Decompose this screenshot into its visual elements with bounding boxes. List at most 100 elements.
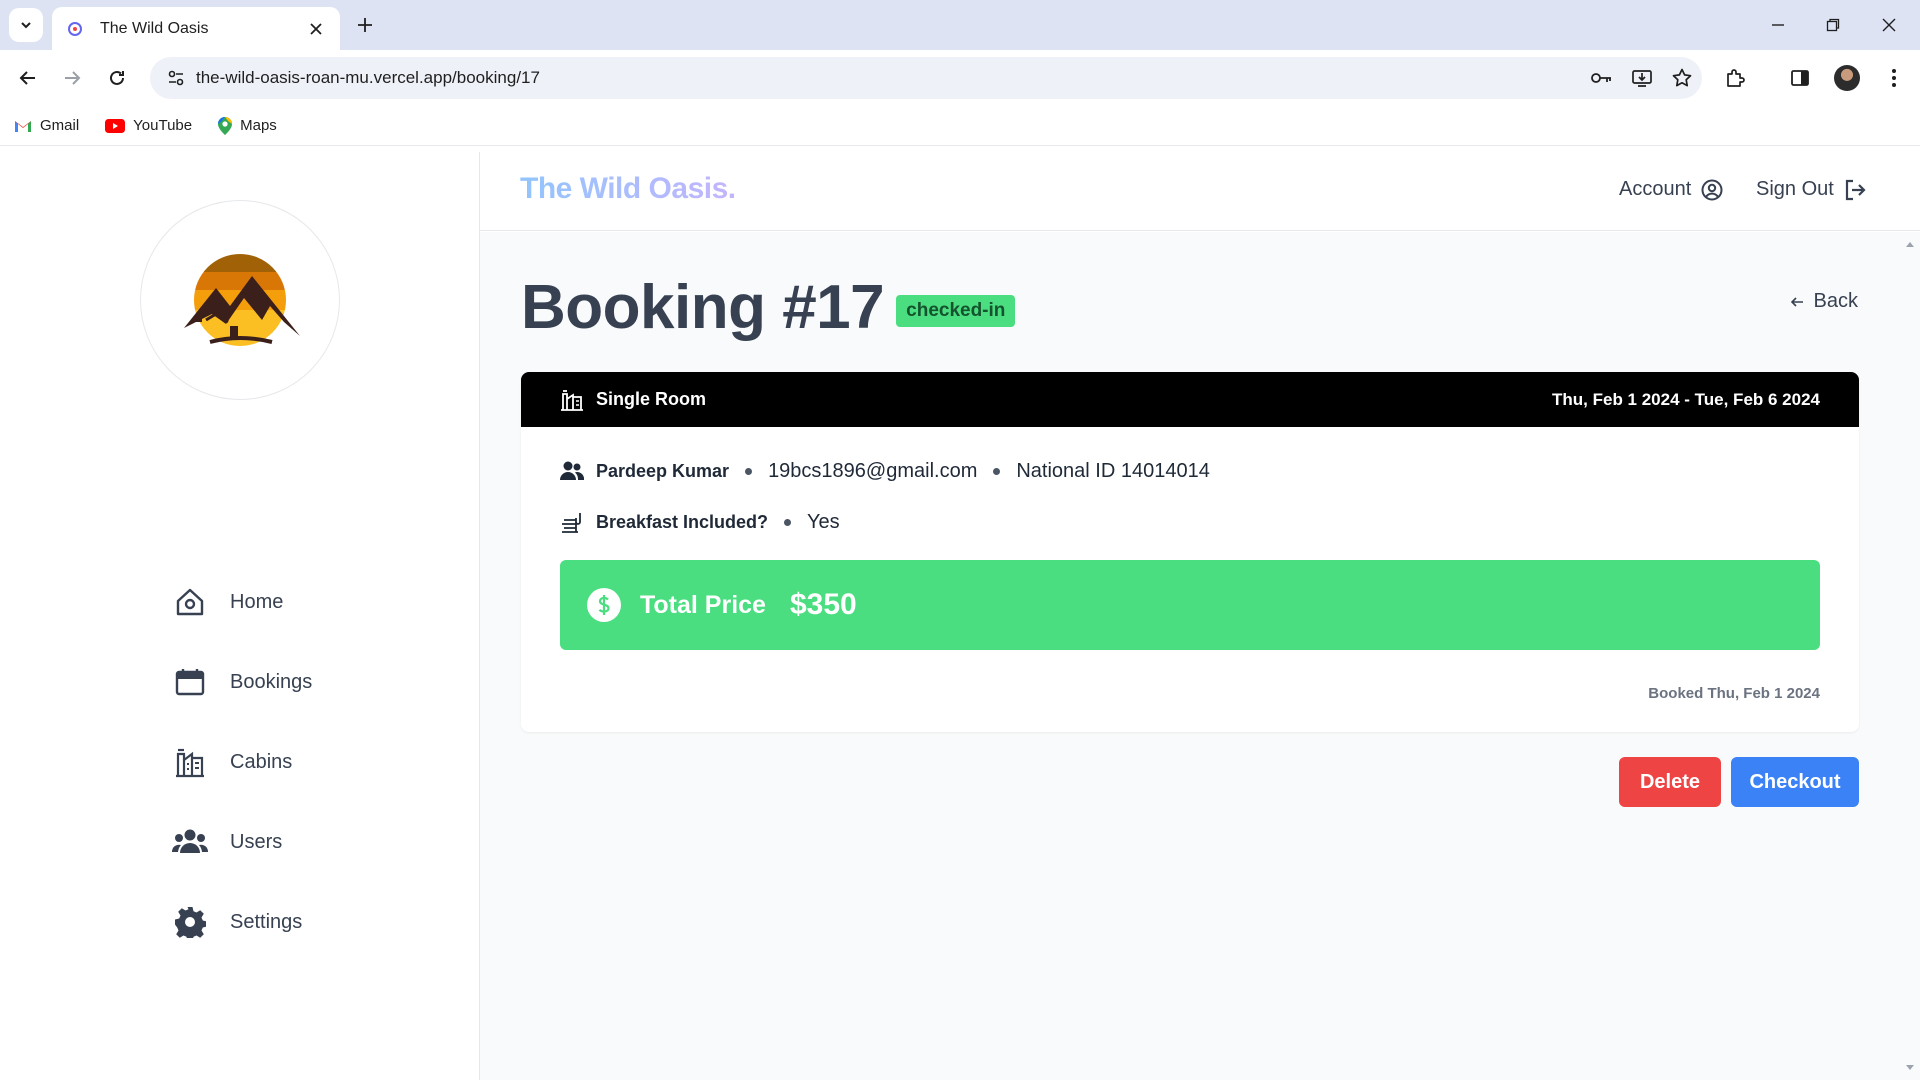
bookmark-maps[interactable]: Maps bbox=[218, 116, 277, 135]
separator-dot bbox=[745, 467, 753, 475]
arrow-right-icon bbox=[65, 71, 81, 85]
booking-title-row: Booking #17 checked-in bbox=[521, 272, 1016, 343]
app-header: The Wild Oasis. Account Sign Out bbox=[480, 152, 1920, 231]
app-logo bbox=[140, 200, 340, 400]
restore-icon bbox=[1826, 18, 1840, 32]
booking-card-body: Pardeep Kumar 19bcs1896@gmail.com Nation… bbox=[521, 427, 1859, 650]
more-menu-icon[interactable] bbox=[1878, 62, 1910, 94]
back-button[interactable] bbox=[12, 62, 44, 94]
room-info: Single Room bbox=[560, 388, 706, 412]
bookmark-label: Gmail bbox=[40, 117, 80, 134]
breakfast-label: Breakfast Included? bbox=[596, 511, 769, 532]
bookmark-label: Maps bbox=[240, 117, 277, 134]
browser-tab-strip: The Wild Oasis bbox=[0, 0, 1920, 50]
nav-item-home[interactable]: Home bbox=[170, 562, 312, 642]
browser-toolbar: the-wild-oasis-roan-mu.vercel.app/bookin… bbox=[0, 50, 1920, 106]
calendar-icon bbox=[170, 662, 210, 702]
sign-out-icon bbox=[1845, 179, 1866, 200]
bookmark-gmail[interactable]: Gmail bbox=[14, 117, 79, 134]
new-tab-button[interactable] bbox=[352, 12, 378, 38]
arrow-left-icon bbox=[19, 71, 35, 85]
profile-avatar[interactable] bbox=[1834, 65, 1860, 91]
nav-item-settings[interactable]: Settings bbox=[170, 882, 312, 962]
back-label: Back bbox=[1813, 290, 1858, 312]
breakfast-info-row: Breakfast Included? Yes bbox=[560, 502, 1820, 542]
nav-item-label: Users bbox=[230, 830, 283, 853]
gmail-icon bbox=[15, 120, 31, 132]
key-icon[interactable] bbox=[1582, 57, 1622, 99]
arrow-left-icon bbox=[1790, 296, 1803, 307]
guest-email: 19bcs1896@gmail.com bbox=[768, 459, 978, 482]
bookmark-label: YouTube bbox=[133, 117, 193, 134]
price-label: Total Price bbox=[640, 590, 766, 619]
sign-out-label: Sign Out bbox=[1756, 178, 1834, 200]
tab-search-button[interactable] bbox=[9, 8, 43, 42]
nav-item-bookings[interactable]: Bookings bbox=[170, 642, 312, 722]
close-window-button[interactable] bbox=[1874, 10, 1904, 40]
close-tab-icon[interactable] bbox=[306, 19, 326, 39]
booking-card: Single Room Thu, Feb 1 2024 - Tue, Feb 6… bbox=[521, 372, 1859, 732]
back-link[interactable]: Back bbox=[1790, 290, 1858, 313]
users-icon bbox=[560, 461, 584, 480]
forward-button[interactable] bbox=[56, 62, 88, 94]
scroll-up-arrow-icon[interactable] bbox=[1904, 238, 1916, 250]
room-name: Single Room bbox=[596, 389, 707, 409]
breakfast-icon bbox=[562, 513, 581, 533]
users-icon bbox=[170, 822, 210, 862]
total-price-box: Total Price $350 bbox=[560, 560, 1820, 650]
youtube-icon bbox=[105, 118, 126, 133]
nav-item-users[interactable]: Users bbox=[170, 802, 312, 882]
install-app-icon[interactable] bbox=[1622, 57, 1662, 99]
home-icon bbox=[170, 582, 210, 622]
main-navigation: Home Bookings Cabins Users Settings bbox=[170, 562, 312, 962]
booking-dates: Thu, Feb 1 2024 - Tue, Feb 6 2024 bbox=[1552, 389, 1820, 409]
restore-button[interactable] bbox=[1818, 10, 1848, 40]
booked-date: Booked Thu, Feb 1 2024 bbox=[1648, 685, 1820, 702]
reload-button[interactable] bbox=[101, 62, 133, 94]
nav-item-label: Home bbox=[230, 590, 284, 613]
browser-tab[interactable]: The Wild Oasis bbox=[52, 7, 340, 50]
minimize-button[interactable] bbox=[1763, 10, 1793, 40]
star-icon[interactable] bbox=[1662, 57, 1702, 99]
user-circle-icon bbox=[1701, 179, 1723, 200]
delete-button[interactable]: Delete bbox=[1619, 757, 1721, 807]
gear-icon bbox=[170, 902, 210, 942]
sign-out-link[interactable]: Sign Out bbox=[1756, 178, 1866, 201]
guest-name: Pardeep Kumar bbox=[596, 460, 730, 481]
plus-icon bbox=[358, 18, 372, 32]
minimize-icon bbox=[1772, 24, 1784, 26]
sidebar: Home Bookings Cabins Users Settings bbox=[0, 152, 480, 1080]
nav-item-cabins[interactable]: Cabins bbox=[170, 722, 312, 802]
separator-dot bbox=[784, 518, 792, 526]
nav-item-label: Bookings bbox=[230, 670, 313, 693]
maps-pin-icon bbox=[218, 116, 233, 135]
bookmark-youtube[interactable]: YouTube bbox=[105, 117, 192, 134]
checkout-button[interactable]: Checkout bbox=[1731, 757, 1859, 807]
side-panel-icon[interactable] bbox=[1784, 62, 1816, 94]
tab-title: The Wild Oasis bbox=[100, 19, 209, 37]
address-bar[interactable]: the-wild-oasis-roan-mu.vercel.app/bookin… bbox=[150, 57, 1702, 99]
building-icon bbox=[170, 742, 210, 782]
favicon-icon bbox=[66, 20, 84, 38]
national-id: National ID 14014014 bbox=[1016, 459, 1210, 482]
site-settings-icon[interactable] bbox=[156, 57, 196, 99]
scroll-down-arrow-icon[interactable] bbox=[1904, 1062, 1916, 1074]
status-badge: checked-in bbox=[896, 294, 1016, 327]
brand-title[interactable]: The Wild Oasis. bbox=[520, 172, 736, 206]
main-content: Booking #17 checked-in Back Single Room … bbox=[480, 232, 1920, 1080]
dollar-circle-icon bbox=[587, 588, 621, 622]
bookmarks-bar: Gmail YouTube Maps bbox=[0, 106, 1920, 146]
nav-item-label: Cabins bbox=[230, 750, 293, 773]
url-text[interactable]: the-wild-oasis-roan-mu.vercel.app/bookin… bbox=[196, 68, 1582, 88]
nav-item-label: Settings bbox=[230, 910, 303, 933]
reload-icon bbox=[110, 70, 124, 85]
breakfast-value: Yes bbox=[807, 510, 840, 533]
extensions-icon[interactable] bbox=[1719, 62, 1751, 94]
close-icon bbox=[1882, 18, 1896, 32]
account-label: Account bbox=[1619, 178, 1692, 200]
price-value: $350 bbox=[789, 588, 857, 621]
account-link[interactable]: Account bbox=[1619, 178, 1723, 201]
booking-card-header: Single Room Thu, Feb 1 2024 - Tue, Feb 6… bbox=[521, 372, 1859, 427]
guest-info-row: Pardeep Kumar 19bcs1896@gmail.com Nation… bbox=[560, 451, 1820, 491]
chevron-down-icon bbox=[21, 22, 31, 29]
